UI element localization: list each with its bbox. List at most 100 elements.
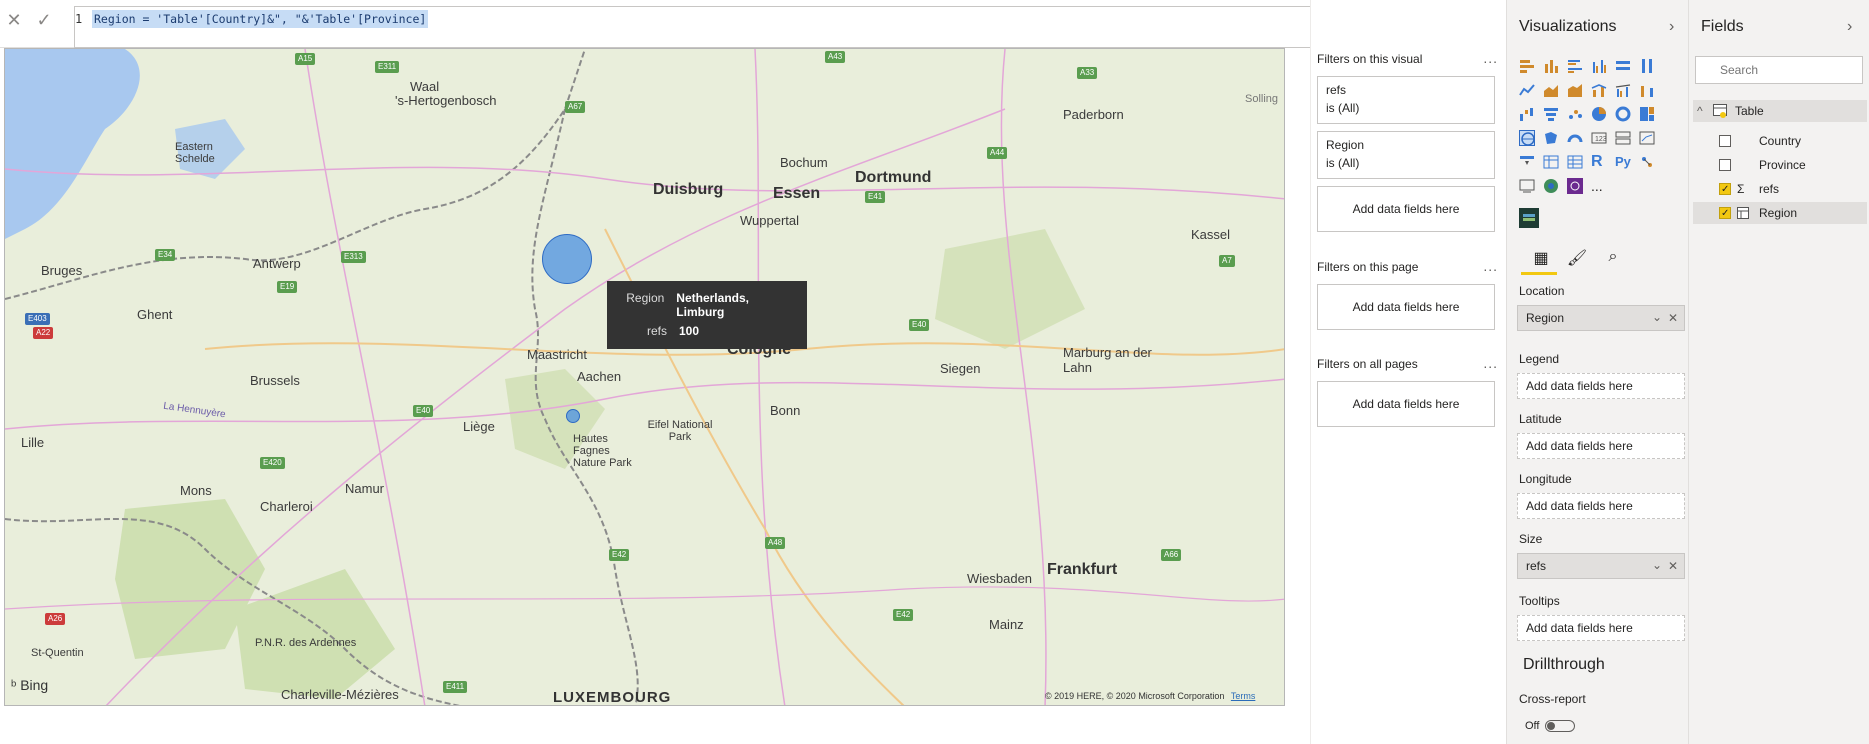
format-paint-roller-icon[interactable]: 🖌 — [1565, 248, 1589, 272]
field-row-refs[interactable]: Σ refs — [1693, 178, 1867, 201]
longitude-well[interactable]: Add data fields here — [1517, 493, 1685, 519]
checkbox-checked[interactable] — [1719, 203, 1731, 225]
map-bubble[interactable] — [566, 409, 580, 423]
field-name: Province — [1759, 158, 1806, 172]
donut-chart-icon[interactable] — [1615, 106, 1631, 122]
scatter-chart-icon[interactable] — [1567, 106, 1583, 122]
drillthrough-title: Drillthrough — [1523, 656, 1605, 673]
city-label: Siegen — [940, 361, 981, 376]
close-icon[interactable]: ✕ — [1668, 311, 1678, 325]
city-label: Duisburg — [653, 181, 724, 198]
clustered-column-chart-icon[interactable] — [1591, 58, 1607, 74]
field-row-province[interactable]: Province — [1693, 154, 1867, 176]
formula-text[interactable]: Region = 'Table'[Country]&", "&'Table'[P… — [92, 10, 429, 28]
latitude-well[interactable]: Add data fields here — [1517, 433, 1685, 459]
matrix-icon[interactable] — [1567, 154, 1583, 170]
funnel-chart-icon[interactable] — [1543, 106, 1559, 122]
key-influencers-icon[interactable] — [1639, 154, 1655, 170]
visual-type-gallery: 123 R Py ... — [1519, 56, 1679, 228]
chevron-up-icon[interactable]: ^ — [1697, 100, 1703, 122]
field-row-country[interactable]: Country — [1693, 130, 1867, 152]
100-column-chart-icon[interactable] — [1639, 58, 1655, 74]
ribbon-chart-icon[interactable] — [1639, 82, 1655, 98]
latitude-well-label: Latitude — [1519, 412, 1562, 426]
filter-card-region[interactable]: Region is (All) — [1317, 131, 1495, 179]
add-page-filter-drop[interactable]: Add data fields here — [1317, 284, 1495, 330]
waterfall-chart-icon[interactable] — [1519, 106, 1535, 122]
multi-row-card-icon[interactable] — [1615, 130, 1631, 146]
road-shield: A15 — [295, 53, 316, 65]
size-well[interactable]: refs ⌄ ✕ — [1517, 553, 1685, 579]
stacked-area-chart-icon[interactable] — [1567, 82, 1583, 98]
legend-well[interactable]: Add data fields here — [1517, 373, 1685, 399]
map-icon[interactable] — [1519, 130, 1535, 146]
more-options-icon[interactable]: ... — [1483, 258, 1498, 274]
analytics-magnifier-icon[interactable]: ⌕ — [1601, 248, 1625, 272]
more-options-icon[interactable]: ... — [1483, 355, 1498, 371]
attribution-text: © 2019 HERE, © 2020 Microsoft Corporatio… — [1045, 691, 1225, 701]
city-label: Wuppertal — [740, 213, 800, 228]
100-bar-chart-icon[interactable] — [1615, 58, 1631, 74]
fields-search-input[interactable] — [1695, 56, 1863, 84]
treemap-icon[interactable] — [1639, 106, 1655, 122]
map-visual[interactable]: Waal 's-Hertogenbosch Eastern Schelde Br… — [4, 48, 1285, 706]
field-name: Country — [1759, 134, 1802, 148]
chevron-right-icon[interactable]: › — [1669, 18, 1674, 36]
table-node[interactable]: ^ Table — [1693, 100, 1867, 122]
build-visual-icon[interactable] — [1519, 208, 1539, 228]
stacked-bar-chart-icon[interactable] — [1519, 58, 1535, 74]
check-icon[interactable]: ✓ — [34, 10, 54, 30]
more-options-icon[interactable]: ... — [1483, 50, 1498, 66]
filled-map-icon[interactable] — [1543, 130, 1559, 146]
close-icon[interactable]: ✕ — [4, 10, 24, 30]
chevron-down-icon[interactable]: ⌄ — [1652, 310, 1662, 324]
city-label: Frankfurt — [1047, 561, 1118, 578]
gauge-icon[interactable] — [1567, 130, 1583, 146]
slicer-icon[interactable] — [1519, 154, 1535, 170]
field-row-region[interactable]: Region — [1693, 202, 1867, 225]
tooltips-well[interactable]: Add data fields here — [1517, 615, 1685, 641]
filter-field-name: refs — [1326, 83, 1347, 97]
road-shield: A22 — [33, 327, 54, 339]
cross-report-toggle[interactable]: Off — [1525, 720, 1576, 732]
checkbox[interactable] — [1719, 159, 1731, 171]
pie-chart-icon[interactable] — [1591, 106, 1607, 122]
line-chart-icon[interactable] — [1519, 82, 1535, 98]
card-icon[interactable]: 123 — [1591, 130, 1607, 146]
stacked-column-chart-icon[interactable] — [1543, 58, 1559, 74]
clustered-bar-chart-icon[interactable] — [1567, 58, 1583, 74]
area-chart-icon[interactable] — [1543, 82, 1559, 98]
checkbox-checked[interactable] — [1719, 179, 1731, 201]
close-icon[interactable]: ✕ — [1668, 559, 1678, 573]
decomposition-tree-icon[interactable] — [1519, 178, 1535, 194]
road-shield: E42 — [609, 549, 630, 561]
location-well[interactable]: Region ⌄ ✕ — [1517, 305, 1685, 331]
city-label: Bruges — [41, 263, 83, 278]
add-visual-filter-drop[interactable]: Add data fields here — [1317, 186, 1495, 232]
toggle-track[interactable] — [1545, 720, 1576, 732]
field-name: refs — [1759, 182, 1780, 196]
custom-visual-icon[interactable] — [1567, 178, 1583, 194]
fields-tab-icon[interactable]: ▦ — [1529, 248, 1553, 272]
checkbox[interactable] — [1719, 135, 1731, 147]
terms-link[interactable]: Terms — [1231, 691, 1256, 701]
more-visuals-icon[interactable]: ... — [1591, 176, 1611, 200]
r-visual-icon[interactable]: R — [1591, 152, 1611, 176]
size-field-name: refs — [1526, 559, 1547, 573]
kpi-icon[interactable] — [1639, 130, 1655, 146]
chevron-right-icon[interactable]: › — [1847, 18, 1852, 36]
add-all-pages-filter-drop[interactable]: Add data fields here — [1317, 381, 1495, 427]
chevron-down-icon[interactable]: ⌄ — [1652, 558, 1662, 572]
filter-card-refs[interactable]: refs is (All) — [1317, 76, 1495, 124]
map-bubble-limburg[interactable] — [542, 234, 592, 284]
road-shield: A67 — [565, 101, 586, 113]
arcgis-map-icon[interactable] — [1543, 178, 1559, 194]
python-visual-icon[interactable]: Py — [1615, 152, 1635, 176]
toggle-knob — [1547, 722, 1556, 730]
line-clustered-column-icon[interactable] — [1615, 82, 1631, 98]
line-column-chart-icon[interactable] — [1591, 82, 1607, 98]
city-label: Charleville-Mézières — [281, 687, 399, 702]
table-icon[interactable] — [1543, 154, 1559, 170]
cross-report-label: Cross-report — [1519, 692, 1586, 706]
filters-page-header: Filters on this page — [1317, 260, 1419, 274]
